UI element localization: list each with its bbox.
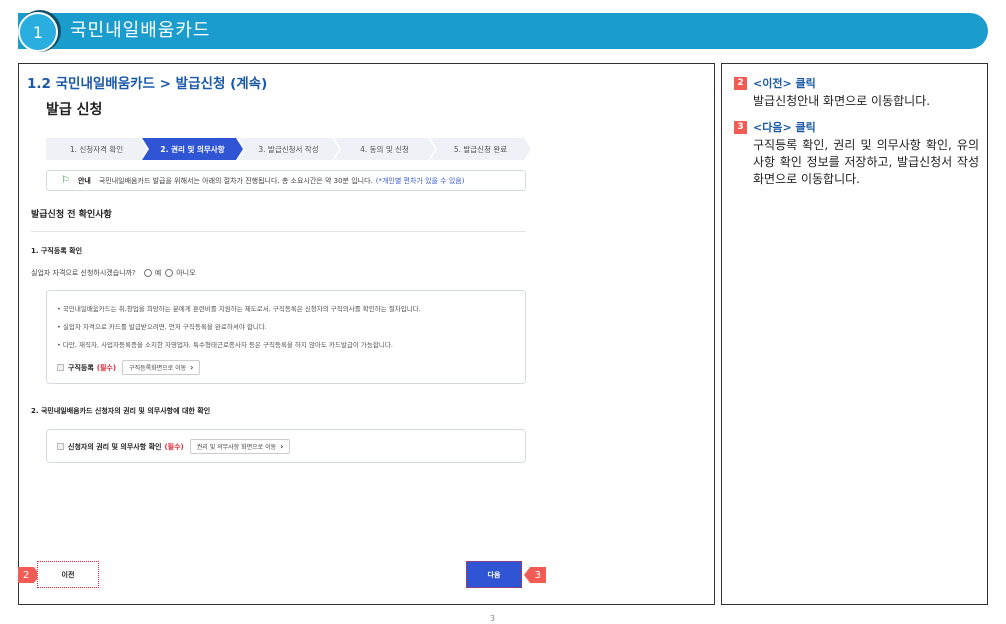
prev-button[interactable]: 이전 [37, 561, 99, 588]
callout-marker-3: 3 [524, 567, 546, 583]
description-panel: 2 <이전> 클릭 발급신청안내 화면으로 이동합니다. 3 <다음> 클릭 구… [721, 63, 988, 605]
chevron-right-icon: › [280, 442, 284, 451]
flag-icon: ⚐ [61, 175, 70, 186]
unemployed-question: 실업자 자격으로 신청하시겠습니까? 예 아니오 [31, 268, 196, 278]
required-mark: (필수) [164, 442, 184, 451]
go-rights-label: 권리 및 의무사항 화면으로 이동 [196, 444, 277, 451]
step-progress: 1. 신청자격 확인 2. 권리 및 의무사항 3. 발급신청서 작성 4. 동… [46, 138, 526, 160]
rights-checkbox[interactable] [57, 443, 64, 450]
radio-yes[interactable] [143, 269, 152, 277]
radio-no-label: 아니오 [176, 269, 196, 277]
go-job-registration-label: 구직등록화면으로 이동 [129, 365, 187, 372]
note-next-number: 3 [734, 120, 747, 134]
breadcrumb: 1.2 국민내일배움카드 > 발급신청 (계속) [27, 76, 268, 92]
required-mark: (필수) [96, 363, 117, 372]
job-registration-box: • 국민내일배움카드는 취,창업을 희망하는 분에게 훈련비를 지원하는 제도로… [46, 290, 526, 384]
job-registration-title: 1. 구직등록 확인 [31, 247, 83, 255]
chevron-right-icon: › [190, 363, 194, 372]
note-next-title: <다음> 클릭 [753, 121, 816, 134]
rights-title: 2. 국민내일배움카드 신청자의 권리 및 의무사항에 대한 확인 [31, 407, 211, 415]
job-registration-check-row: 구직등록 (필수) 구직등록화면으로 이동 › [57, 360, 201, 375]
rights-box: 신청자의 권리 및 의무사항 확인 (필수) 권리 및 의무사항 화면으로 이동… [46, 429, 526, 463]
info-bullet-3: • 다만, 재직자, 사업자등록증을 소지한 자영업자, 특수형태근로종사자 등… [57, 341, 393, 349]
section-title: 발급신청 전 확인사항 [31, 210, 112, 220]
go-rights-button[interactable]: 권리 및 의무사항 화면으로 이동 › [189, 439, 291, 454]
section-number-badge: 1 [18, 12, 58, 52]
note-prev: 2 <이전> 클릭 발급신청안내 화면으로 이동합니다. [734, 75, 979, 110]
note-prev-number: 2 [734, 76, 747, 90]
go-job-registration-button[interactable]: 구직등록화면으로 이동 › [122, 360, 201, 375]
notice-text: 국민내일배움카드 발급을 위해서는 아래의 절차가 진행됩니다. 총 소요시간은… [98, 176, 373, 185]
notice-bar: ⚐ 안내 국민내일배움카드 발급을 위해서는 아래의 절차가 진행됩니다. 총 … [46, 170, 526, 191]
note-prev-head: 2 <이전> 클릭 [734, 75, 979, 91]
job-registration-check-label: 구직등록 [68, 363, 94, 372]
page-title: 발급 신청 [46, 102, 103, 118]
question-text: 실업자 자격으로 신청하시겠습니까? [31, 269, 136, 277]
step-4: 4. 동의 및 신청 [334, 138, 435, 160]
note-next-body: 구직등록 확인, 권리 및 의무사항 확인, 유의사항 확인 정보를 저장하고,… [753, 138, 979, 186]
next-button[interactable]: 다음 [466, 561, 522, 588]
screenshot-panel: 1.2 국민내일배움카드 > 발급신청 (계속) 발급 신청 1. 신청자격 확… [18, 63, 715, 605]
page-number: 3 [490, 614, 496, 623]
rights-check-label: 신청자의 권리 및 의무사항 확인 [68, 442, 162, 451]
divider [31, 231, 526, 232]
note-prev-body: 발급신청안내 화면으로 이동합니다. [753, 94, 931, 108]
radio-no[interactable] [165, 269, 174, 277]
step-3: 3. 발급신청서 작성 [238, 138, 339, 160]
notice-label: 안내 [77, 176, 91, 185]
rights-check-row: 신청자의 권리 및 의무사항 확인 (필수) 권리 및 의무사항 화면으로 이동… [57, 439, 291, 454]
note-prev-title: <이전> 클릭 [753, 77, 816, 90]
step-1: 1. 신청자격 확인 [46, 138, 147, 160]
radio-yes-label: 예 [154, 269, 162, 277]
step-2-active: 2. 권리 및 의무사항 [142, 138, 243, 160]
note-next: 3 <다음> 클릭 구직등록 확인, 권리 및 의무사항 확인, 유의사항 확인… [734, 119, 979, 188]
info-bullet-2: • 실업자 자격으로 카드를 발급받으려면, 먼저 구직등록을 완료하셔야 합니… [57, 323, 267, 331]
job-registration-checkbox[interactable] [57, 364, 64, 371]
section-header-title: 국민내일배움카드 [70, 20, 211, 41]
note-next-head: 3 <다음> 클릭 [734, 119, 979, 135]
step-5: 5. 발급신청 완료 [430, 138, 531, 160]
notice-highlight: (*개인별 편차가 있을 수 있음) [375, 176, 465, 185]
info-bullet-1: • 국민내일배움카드는 취,창업을 희망하는 분에게 훈련비를 지원하는 제도로… [57, 305, 421, 313]
